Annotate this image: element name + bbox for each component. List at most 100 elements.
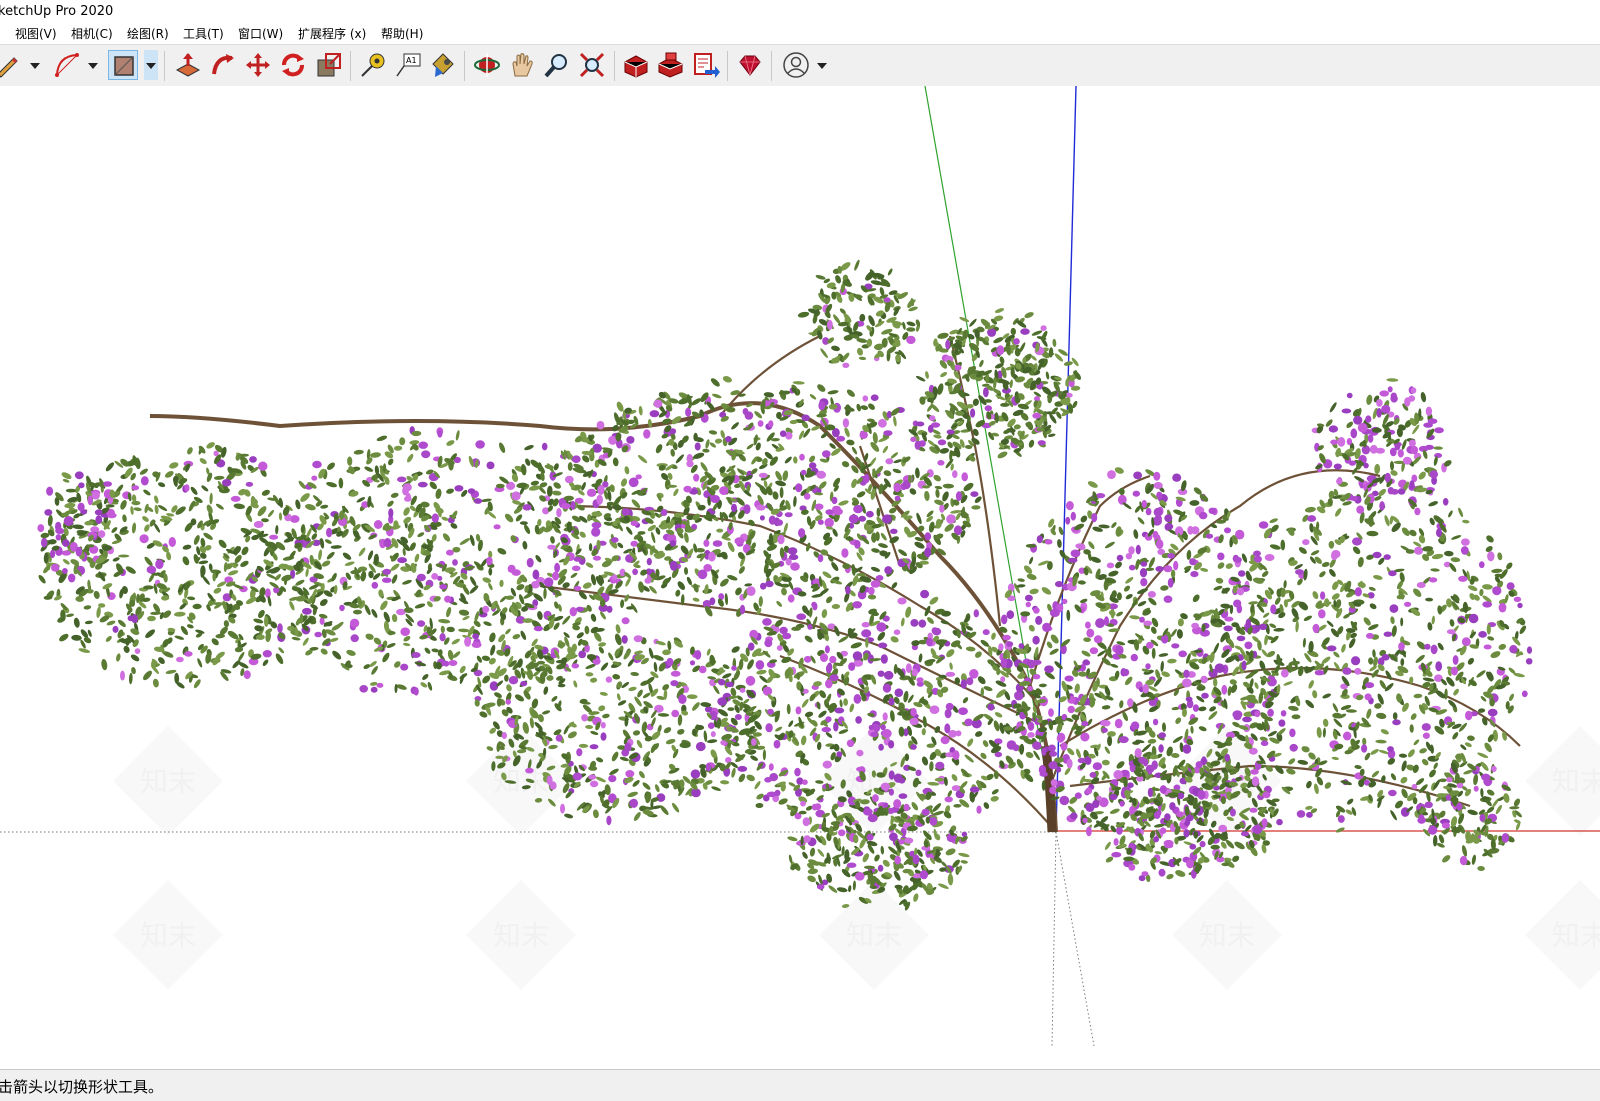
leaf bbox=[717, 598, 724, 607]
blossom bbox=[1258, 521, 1269, 529]
paint-bucket-icon[interactable] bbox=[427, 50, 457, 80]
leaf bbox=[165, 669, 177, 674]
leaf bbox=[420, 682, 428, 688]
leaf bbox=[1013, 424, 1021, 430]
leaf bbox=[620, 478, 628, 487]
account-dropdown[interactable] bbox=[815, 50, 829, 80]
rectangle-shape-icon[interactable] bbox=[108, 50, 138, 80]
move-icon[interactable] bbox=[243, 50, 273, 80]
blossom bbox=[1224, 616, 1234, 622]
arc-tools-dropdown[interactable] bbox=[86, 50, 100, 80]
leaf bbox=[516, 584, 525, 591]
blossom bbox=[788, 554, 799, 561]
leaf bbox=[994, 308, 1005, 314]
leaf bbox=[1150, 626, 1157, 634]
leaf bbox=[911, 640, 920, 647]
blossom bbox=[784, 512, 793, 518]
menu-help[interactable]: 帮助(H) bbox=[381, 24, 423, 44]
blossom bbox=[1115, 645, 1124, 655]
orbit-icon[interactable] bbox=[472, 50, 502, 80]
leaf bbox=[1428, 501, 1439, 507]
zoom-icon[interactable] bbox=[542, 50, 572, 80]
arc-icon[interactable] bbox=[52, 50, 82, 80]
leaf bbox=[553, 482, 561, 489]
zoom-extents-icon[interactable] bbox=[577, 50, 607, 80]
menu-view[interactable]: 视图(V) bbox=[15, 24, 57, 44]
leaf bbox=[916, 375, 926, 382]
leaf bbox=[944, 523, 954, 532]
blossom bbox=[439, 633, 446, 642]
leaf bbox=[1345, 709, 1357, 713]
blossom bbox=[1066, 501, 1074, 511]
blossom bbox=[853, 694, 862, 704]
blossom bbox=[787, 547, 798, 555]
line-tools-dropdown[interactable] bbox=[28, 50, 42, 80]
blossom bbox=[1320, 591, 1326, 600]
menu-camera[interactable]: 相机(C) bbox=[71, 24, 113, 44]
menu-window[interactable]: 窗口(W) bbox=[238, 24, 283, 44]
leaf bbox=[584, 625, 590, 635]
leaf bbox=[1431, 615, 1435, 625]
leaf bbox=[738, 773, 746, 783]
leaf bbox=[332, 650, 342, 660]
blossom bbox=[958, 707, 968, 715]
text-tool-icon[interactable]: A1 bbox=[393, 50, 423, 80]
leaf bbox=[1333, 718, 1343, 728]
rotate-icon[interactable] bbox=[278, 50, 308, 80]
leaf bbox=[487, 511, 497, 519]
blossom bbox=[1121, 668, 1130, 677]
menu-draw[interactable]: 绘图(R) bbox=[127, 24, 169, 44]
menu-tools[interactable]: 工具(T) bbox=[183, 24, 224, 44]
leaf bbox=[1176, 629, 1183, 639]
blossom bbox=[1289, 743, 1298, 752]
blossom bbox=[1147, 591, 1156, 598]
leaf bbox=[528, 485, 541, 491]
account-icon[interactable] bbox=[781, 50, 811, 80]
blossom bbox=[987, 703, 995, 711]
blossom bbox=[482, 605, 490, 614]
blossom bbox=[1067, 705, 1075, 714]
leaf bbox=[731, 767, 736, 778]
blossom bbox=[937, 460, 945, 466]
blossom bbox=[804, 655, 812, 663]
scale-icon[interactable] bbox=[314, 50, 344, 80]
menu-extensions[interactable]: 扩展程序 (x) bbox=[298, 24, 366, 44]
pencil-line-icon[interactable] bbox=[0, 50, 24, 80]
leaf bbox=[893, 663, 898, 675]
leaf bbox=[370, 452, 381, 458]
3d-warehouse-icon[interactable] bbox=[621, 50, 651, 80]
modeling-viewport[interactable]: 知末知末知末知末知末知末知末知末知末知末 bbox=[0, 86, 1600, 1069]
leaf bbox=[344, 561, 355, 566]
follow-me-icon[interactable] bbox=[208, 50, 238, 80]
leaf bbox=[474, 611, 480, 622]
leaf bbox=[546, 485, 553, 497]
blossom bbox=[253, 520, 264, 529]
ruby-console-icon[interactable] bbox=[735, 50, 765, 80]
blossom bbox=[526, 557, 534, 568]
leaf bbox=[1011, 630, 1018, 635]
pan-icon[interactable] bbox=[507, 50, 537, 80]
leaf bbox=[120, 499, 127, 510]
blossom bbox=[1173, 560, 1179, 571]
blossom bbox=[578, 650, 587, 659]
leaf bbox=[983, 713, 994, 721]
leaf bbox=[311, 533, 318, 540]
blossom bbox=[921, 808, 930, 816]
blossom bbox=[924, 532, 932, 541]
layout-send-icon[interactable] bbox=[691, 50, 721, 80]
shape-tools-dropdown[interactable] bbox=[144, 50, 158, 80]
blossom bbox=[739, 687, 746, 693]
leaf bbox=[1125, 577, 1134, 584]
leaf bbox=[1009, 379, 1013, 389]
leaf bbox=[238, 651, 245, 662]
leaf bbox=[965, 646, 976, 652]
extension-warehouse-icon[interactable] bbox=[656, 50, 686, 80]
leaf bbox=[1449, 619, 1455, 627]
leaf bbox=[801, 698, 809, 708]
blossom bbox=[802, 779, 808, 785]
bougainvillea-tree-model[interactable] bbox=[37, 259, 1533, 911]
leaf bbox=[967, 738, 974, 747]
blossom bbox=[626, 436, 635, 444]
tape-measure-icon[interactable] bbox=[358, 50, 388, 80]
push-pull-icon[interactable] bbox=[173, 50, 203, 80]
